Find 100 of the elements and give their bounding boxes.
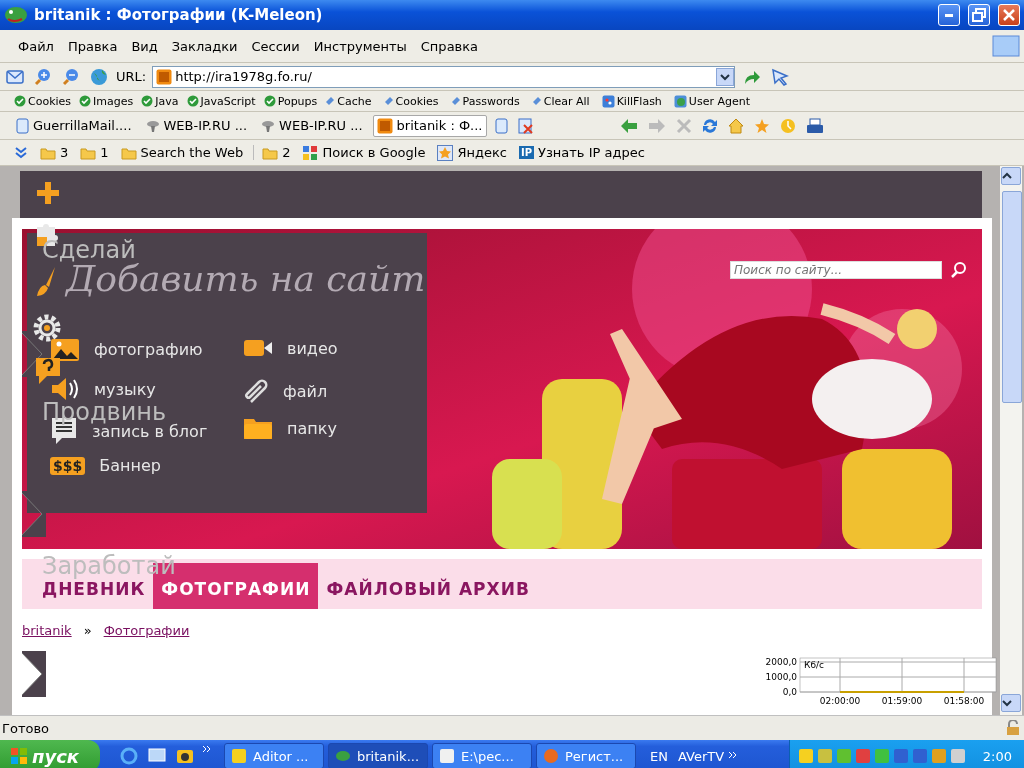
stop-icon bbox=[675, 117, 692, 134]
menu-item[interactable]: Инструменты bbox=[313, 38, 407, 54]
menu-item[interactable]: Справка bbox=[420, 38, 479, 54]
menu-item[interactable]: Вид bbox=[131, 38, 158, 54]
privacy-toggle[interactable]: Popups bbox=[263, 94, 318, 108]
nav-tab[interactable]: ФАЙЛОВЫЙ АРХИВ bbox=[318, 563, 538, 609]
menu-item[interactable]: Сессии bbox=[251, 38, 300, 54]
add-menu-item[interactable]: папку bbox=[243, 416, 337, 440]
tray-icon[interactable] bbox=[835, 748, 852, 764]
chevron-down-icon bbox=[1002, 699, 1012, 707]
tray-icon[interactable] bbox=[854, 748, 871, 764]
privacy-toggle[interactable]: User Agent bbox=[673, 94, 750, 108]
star-icon bbox=[753, 117, 770, 134]
privacy-toggle[interactable]: Clear All bbox=[531, 94, 590, 108]
zoom-in-icon bbox=[34, 67, 52, 86]
breadcrumb-link[interactable]: britanik bbox=[22, 623, 72, 638]
add-menu-item[interactable]: $$$ Баннер bbox=[50, 456, 161, 475]
scrollbar-thumb[interactable] bbox=[1002, 191, 1022, 403]
bookmark[interactable]: Поиск в Google bbox=[300, 144, 428, 161]
tick-label: 01:58:00 bbox=[943, 696, 985, 706]
add-menu-item[interactable]: видео bbox=[243, 336, 338, 360]
brush-icon bbox=[325, 96, 336, 106]
privacy-toggle[interactable]: Passwords bbox=[450, 94, 520, 108]
browser-tab[interactable]: WEB-IP.RU ... bbox=[257, 115, 367, 136]
close-button[interactable] bbox=[998, 4, 1020, 26]
toolbar-label: AVerTV bbox=[677, 748, 725, 764]
minimize-icon bbox=[945, 13, 953, 17]
language-indicator[interactable]: EN bbox=[650, 748, 668, 764]
new-tab-button[interactable] bbox=[492, 115, 510, 136]
scroll-up-button[interactable] bbox=[1001, 167, 1021, 185]
gear-icon bbox=[32, 313, 62, 343]
privacy-toggle[interactable]: Cache bbox=[325, 94, 372, 108]
check-icon bbox=[141, 95, 154, 107]
plus-icon bbox=[36, 181, 60, 205]
search-icon bbox=[950, 261, 968, 279]
window-title: britanik : Фотографии (K-Meleon) bbox=[34, 6, 324, 24]
tray-icon[interactable] bbox=[797, 748, 814, 764]
breadcrumb-link[interactable]: Фотографии bbox=[103, 623, 190, 638]
tray-icon[interactable] bbox=[816, 748, 833, 764]
close-tab-button[interactable] bbox=[515, 115, 536, 136]
taskbar-button[interactable]: E:\рес... bbox=[432, 743, 532, 768]
page-icon bbox=[494, 117, 508, 134]
alien-icon bbox=[145, 118, 160, 133]
dropdown-button[interactable] bbox=[716, 67, 735, 86]
double-chevron-icon bbox=[14, 145, 28, 160]
check-icon bbox=[186, 95, 199, 107]
menu-item[interactable]: Файл bbox=[18, 38, 54, 54]
add-menu-item[interactable]: фотографию bbox=[50, 336, 203, 362]
browser-launch-icon[interactable] bbox=[118, 745, 140, 767]
bookmark[interactable]: 1 bbox=[78, 145, 111, 160]
app-icon bbox=[543, 748, 559, 764]
check-icon bbox=[79, 95, 92, 107]
privacy-toggle[interactable]: JavaScript bbox=[186, 94, 256, 108]
search-field[interactable]: Поиск по сайту... bbox=[730, 261, 942, 279]
bookmark[interactable]: Яндекс bbox=[435, 144, 509, 161]
alien-icon bbox=[261, 118, 276, 133]
url-field[interactable]: http://ira1978g.fo.ru/ bbox=[152, 65, 736, 88]
scroll-down-button[interactable] bbox=[1001, 694, 1021, 712]
tick-label: 2000,0 bbox=[765, 657, 797, 667]
minimize-button[interactable] bbox=[938, 4, 960, 26]
mail-button[interactable] bbox=[4, 67, 26, 86]
chevron-up-icon bbox=[1002, 172, 1012, 180]
privacy-toggle[interactable]: KillFlash bbox=[601, 94, 662, 108]
privacy-toggle[interactable]: Java bbox=[141, 94, 179, 108]
privacy-toggle[interactable]: Images bbox=[79, 94, 134, 108]
browser-tab[interactable]: WEB-IP.RU ... bbox=[141, 115, 252, 136]
menu-item[interactable]: Правка bbox=[67, 38, 118, 54]
tick-label: 01:59:00 bbox=[881, 696, 923, 706]
question-sign-icon bbox=[35, 356, 61, 386]
back-arrow-icon bbox=[619, 117, 638, 134]
bookmark[interactable]: Search the Web bbox=[118, 145, 246, 160]
privacy-toggle[interactable]: Cookies bbox=[14, 94, 72, 108]
tray-icon[interactable] bbox=[892, 748, 909, 764]
taskbar-button[interactable]: Регист... bbox=[536, 743, 636, 768]
close-icon bbox=[1002, 8, 1016, 22]
add-menu-item[interactable]: файл bbox=[243, 376, 328, 406]
browser-tab[interactable]: GuerrillaMail.... bbox=[12, 114, 136, 137]
side-label: Сделай bbox=[42, 236, 136, 264]
bookmark[interactable]: 2 bbox=[253, 145, 293, 160]
tray-icon[interactable] bbox=[930, 748, 947, 764]
speaker-icon bbox=[50, 376, 80, 402]
folder-icon bbox=[120, 145, 137, 160]
clock-icon bbox=[779, 117, 796, 134]
globe-icon bbox=[90, 67, 108, 86]
breadcrumb-separator: » bbox=[83, 623, 92, 638]
menu-item[interactable]: Закладки bbox=[171, 38, 238, 54]
bookmark[interactable]: 3 bbox=[38, 145, 71, 160]
chevron-down-icon bbox=[720, 72, 731, 81]
arrow-tab-icon bbox=[22, 651, 46, 697]
privacy-toggle[interactable]: Cookies bbox=[383, 94, 439, 108]
browser-tab[interactable]: britanik : Ф... bbox=[372, 114, 487, 137]
tray-icon[interactable] bbox=[949, 748, 966, 764]
tray-icon[interactable] bbox=[911, 748, 928, 764]
status-text: Готово bbox=[2, 720, 50, 736]
taskbar-button[interactable]: Aditor ... bbox=[224, 743, 324, 768]
folder-icon bbox=[80, 145, 97, 160]
picture-icon bbox=[50, 336, 80, 362]
taskbar-button[interactable]: britanik... bbox=[328, 743, 428, 768]
bookmark[interactable]: IP Узнать IP адрес bbox=[516, 145, 647, 160]
restore-button[interactable] bbox=[968, 4, 990, 26]
